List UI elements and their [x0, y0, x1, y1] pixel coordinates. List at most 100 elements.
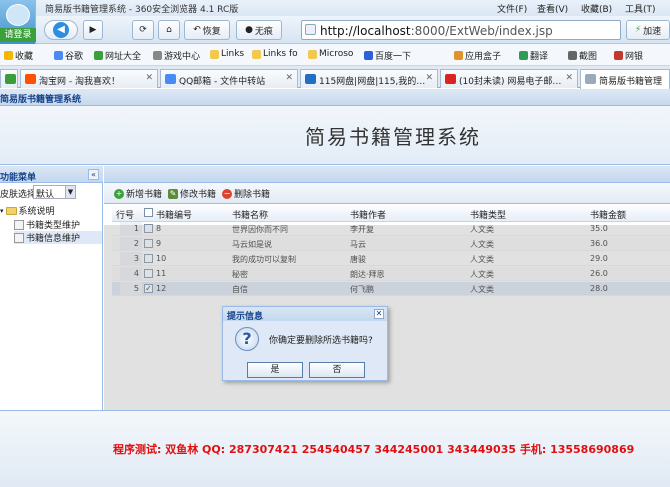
close-icon[interactable]: ✕: [285, 73, 293, 83]
restore-label: 恢复: [202, 26, 221, 37]
dialog-title: 提示信息: [223, 307, 387, 322]
gamepad-icon: [153, 51, 162, 60]
expand-icon: ▾: [0, 206, 4, 215]
fav-screenshot[interactable]: 截图: [568, 49, 597, 62]
tab-book-system[interactable]: 简易版书籍管理: [580, 69, 670, 89]
tree-item-label: 书籍类型维护: [26, 221, 81, 231]
function-menu-panel: 功能菜单 « 皮肤选择 默认 ▼ ▾ 系统说明 书籍类型维护 书籍信息维护: [0, 166, 103, 410]
tab-taobao[interactable]: 淘宝网 - 淘我喜欢！ ✕: [20, 69, 158, 88]
taobao-icon: [25, 74, 36, 84]
tree-item-book-info[interactable]: 书籍信息维护: [14, 231, 102, 244]
menu-favorites[interactable]: 收藏(B): [581, 2, 612, 15]
delete-book-button[interactable]: − 删除书籍: [222, 186, 270, 201]
page-icon: [585, 74, 596, 84]
fav-games[interactable]: 游戏中心: [153, 49, 200, 62]
collapse-panel-button[interactable]: «: [88, 169, 99, 180]
fav-label: 收藏: [15, 52, 34, 62]
tree-root-label: 系统说明: [18, 207, 55, 217]
chevron-down-icon: ▼: [65, 186, 75, 198]
globe-icon: [94, 51, 103, 60]
col-book-type[interactable]: 书籍类型: [470, 208, 506, 221]
address-bar[interactable]: http://localhost:8000/ExtWeb/index.jsp: [301, 20, 621, 40]
question-icon: ?: [235, 327, 259, 351]
fav-appbox[interactable]: 应用盒子: [454, 49, 501, 62]
grid-toolbar: + 新增书籍 ✎ 修改书籍 − 删除书籍: [104, 183, 670, 204]
skin-select[interactable]: 默认 ▼: [33, 185, 76, 200]
browser-tab-bar: 淘宝网 - 淘我喜欢！ ✕ QQ邮箱 - 文件中转站 ✕ 115网盘|网盘|115,…: [0, 66, 670, 89]
fav-google[interactable]: 谷歌: [54, 49, 83, 62]
delete-icon: −: [222, 188, 232, 199]
incognito-label: 无痕: [254, 26, 273, 37]
address-host: http://localhost: [320, 24, 411, 38]
col-book-id[interactable]: 书籍编号: [156, 208, 192, 221]
fav-links[interactable]: Links: [210, 49, 244, 59]
restore-button[interactable]: ↶ 恢复: [184, 20, 230, 40]
add-book-button[interactable]: + 新增书籍: [114, 186, 162, 201]
yes-button[interactable]: 是: [247, 362, 303, 378]
app-footer: 程序测试: 双鱼林 QQ: 287307421 254540457 344245…: [0, 410, 670, 487]
tab-list-button[interactable]: [0, 69, 18, 88]
avatar-icon: [6, 4, 30, 26]
grid-panel-header: [104, 166, 670, 183]
fav-baidu[interactable]: 百度一下: [364, 49, 411, 62]
confirm-dialog: 提示信息 ✕ ? 你确定要删除所选书籍吗? 是 否: [222, 306, 388, 381]
refresh-button[interactable]: ⟳: [132, 20, 154, 40]
forward-button[interactable]: ▶: [83, 20, 103, 40]
tree-item-book-type[interactable]: 书籍类型维护: [14, 218, 80, 231]
home-button[interactable]: ⌂: [158, 20, 180, 40]
menu-file[interactable]: 文件(F): [497, 2, 527, 15]
close-icon[interactable]: ✕: [145, 73, 153, 83]
menu-tools[interactable]: 工具(T): [625, 2, 656, 15]
tab-163mail[interactable]: (10封未读) 网易电子邮… ✕: [440, 69, 578, 88]
translate-icon: [519, 51, 528, 60]
menu-view[interactable]: 查看(V): [537, 2, 568, 15]
refresh-icon: ⟳: [139, 25, 147, 35]
folder-icon: [252, 49, 261, 59]
close-icon[interactable]: ✕: [565, 73, 573, 83]
tab-label: 淘宝网 - 淘我喜欢！: [39, 77, 120, 87]
fav-translate[interactable]: 翻译: [519, 49, 548, 62]
fav-label: 网址大全: [105, 52, 142, 62]
skin-value: 默认: [36, 190, 55, 200]
cloud-disk-icon: [305, 74, 316, 84]
incognito-icon: ●: [245, 25, 253, 35]
add-book-label: 新增书籍: [126, 190, 163, 200]
navigation-bar: ◀ ▶ ⟳ ⌂ ↶ 恢复 ● 无痕 http://localhost:8000/Ex…: [36, 16, 670, 44]
delete-book-label: 删除书籍: [234, 190, 271, 200]
edit-icon: ✎: [168, 188, 178, 199]
fav-label: 截图: [579, 52, 598, 62]
incognito-button[interactable]: ● 无痕: [236, 20, 282, 40]
page-icon: [14, 232, 24, 243]
fav-microsoft[interactable]: Microso: [308, 49, 353, 59]
fav-label: Links fo: [263, 49, 298, 59]
tree-root[interactable]: ▾ 系统说明: [0, 204, 55, 217]
baidu-paw-icon: [364, 51, 373, 60]
bank-icon: [614, 51, 623, 60]
user-avatar[interactable]: 请登录: [0, 0, 36, 44]
dialog-close-button[interactable]: ✕: [374, 309, 384, 319]
footer-contact-text: 程序测试: 双鱼林 QQ: 287307421 254540457 344245…: [113, 443, 635, 456]
google-icon: [54, 51, 63, 60]
login-button[interactable]: 请登录: [0, 28, 36, 42]
edit-book-button[interactable]: ✎ 修改书籍: [168, 186, 216, 201]
col-book-author[interactable]: 书籍作者: [350, 208, 386, 221]
fav-collect[interactable]: 收藏: [4, 49, 33, 62]
fav-sites[interactable]: 网址大全: [94, 49, 141, 62]
col-book-name[interactable]: 书籍名称: [232, 208, 268, 221]
select-all-checkbox[interactable]: [144, 208, 153, 217]
close-icon[interactable]: ✕: [425, 73, 433, 83]
col-book-price[interactable]: 书籍金额: [590, 208, 626, 221]
tab-qqmail[interactable]: QQ邮箱 - 文件中转站 ✕: [160, 69, 298, 88]
address-text: http://localhost:8000/ExtWeb/index.jsp: [320, 24, 553, 38]
fav-links-for[interactable]: Links fo: [252, 49, 298, 59]
lightning-icon: ⚡: [634, 25, 642, 35]
speed-up-button[interactable]: ⚡ 加速: [626, 20, 670, 40]
back-button[interactable]: ◀: [44, 20, 78, 40]
qqmail-icon: [165, 74, 176, 84]
tab-115[interactable]: 115网盘|网盘|115,我的… ✕: [300, 69, 438, 88]
fav-label: 谷歌: [65, 52, 84, 62]
folder-icon: [308, 49, 317, 59]
fav-bank[interactable]: 网银: [614, 49, 643, 62]
tab-label: 简易版书籍管理: [599, 77, 663, 87]
no-button[interactable]: 否: [309, 362, 365, 378]
